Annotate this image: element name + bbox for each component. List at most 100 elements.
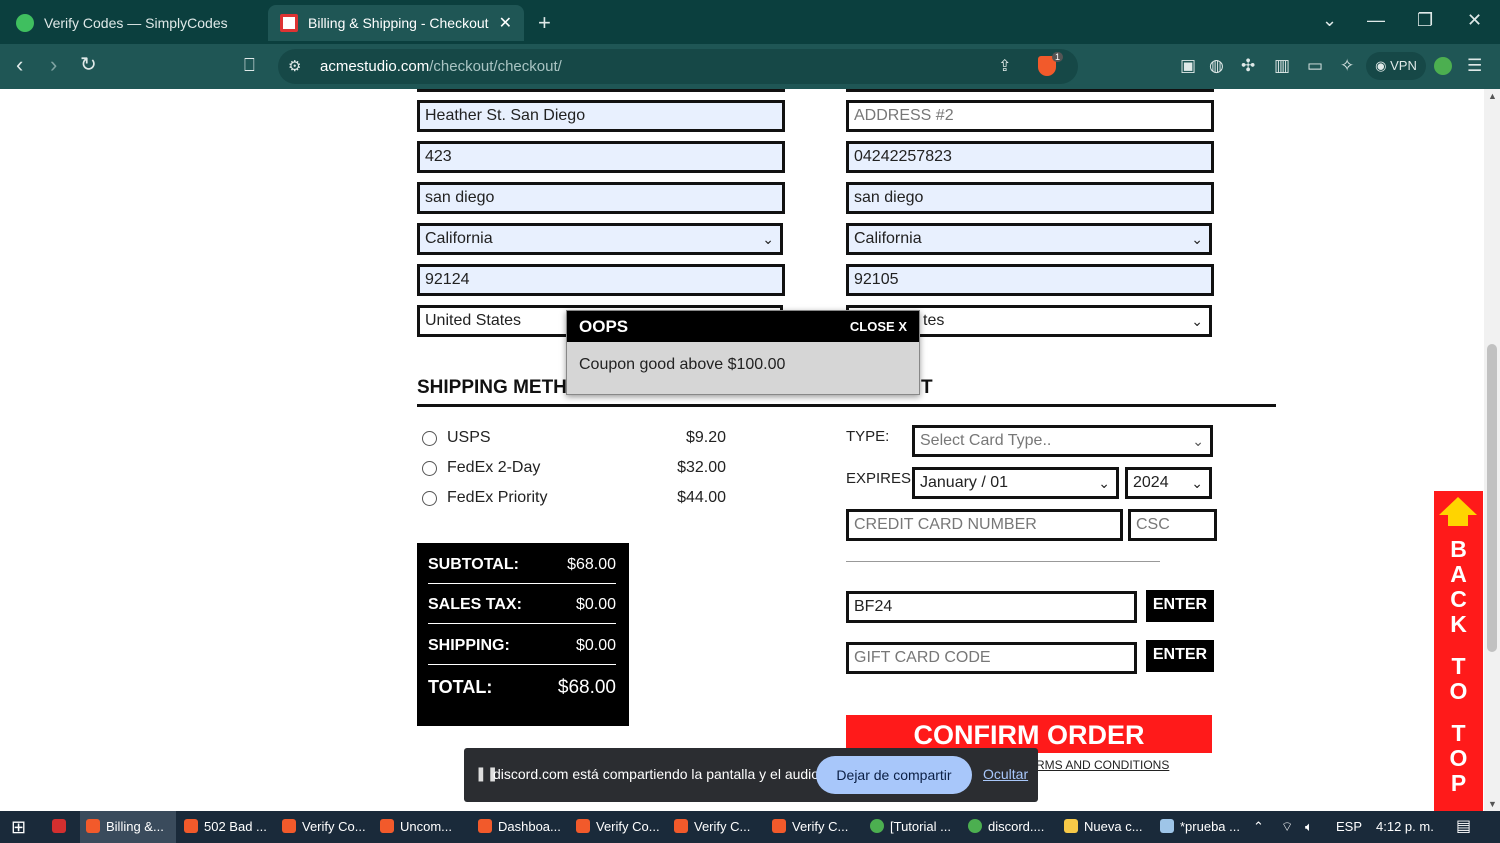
apply-gift-card-button[interactable]: ENTER [1146, 640, 1214, 672]
sales-tax-value: $0.00 [575, 596, 616, 613]
billing-address2-input[interactable]: 423 [417, 141, 785, 173]
clock[interactable]: 4:12 p. m. [1376, 811, 1434, 843]
address-bar[interactable]: ⚙ acmestudio.com/checkout/checkout/ ⇪ 1 [278, 49, 1078, 84]
scrollbar-thumb[interactable] [1487, 344, 1497, 652]
expiry-month-select[interactable]: January / 01 ⌄ [912, 467, 1119, 499]
taskbar-item[interactable]: discord.... [962, 811, 1056, 843]
close-tab-icon[interactable]: ✕ [499, 13, 512, 33]
taskbar-item[interactable]: Verify C... [668, 811, 764, 843]
back-to-top-button[interactable]: B A C K T O T O P [1434, 491, 1483, 811]
volume-icon[interactable]: 🔈︎ [1305, 811, 1313, 843]
popup-close-button[interactable]: CLOSE X [850, 319, 907, 334]
wallet-icon[interactable]: ▭ [1307, 56, 1323, 76]
terms-link[interactable]: RMS AND CONDITIONS [1036, 758, 1169, 772]
reload-icon[interactable]: ↻ [80, 52, 97, 77]
site-settings-icon[interactable]: ⚙ [288, 57, 301, 75]
taskbar-item[interactable]: Billing &... [80, 811, 176, 843]
bookmark-icon[interactable]: ⎕ [244, 55, 255, 76]
close-window-icon[interactable]: ✕ [1467, 10, 1482, 31]
simplycodes-icon [16, 14, 34, 32]
chevron-down-icon: ⌄ [1191, 313, 1203, 329]
leo-ai-icon[interactable]: ✧ [1340, 56, 1354, 76]
billing-zip-input[interactable]: 92124 [417, 264, 785, 296]
gift-card-code-input[interactable]: GIFT CARD CODE [846, 642, 1137, 674]
expiry-year-select[interactable]: 2024 ⌄ [1125, 467, 1212, 499]
coupon-code-input[interactable]: BF24 [846, 591, 1137, 623]
radio-icon[interactable] [422, 461, 437, 476]
expires-label: EXPIRES: [846, 470, 916, 487]
apply-coupon-button[interactable]: ENTER [1146, 590, 1214, 622]
extensions-icon[interactable]: ✣ [1241, 56, 1255, 76]
profile-icon[interactable] [1434, 57, 1452, 75]
notifications-icon[interactable]: ▤ [1456, 811, 1471, 843]
back-to-top-letter: C [1450, 586, 1467, 612]
forward-icon[interactable]: › [50, 52, 57, 78]
start-button[interactable]: ⊞ [0, 811, 40, 843]
sidebar-icon[interactable]: ▥ [1274, 56, 1290, 76]
total-label: TOTAL: [428, 677, 493, 697]
taskbar-item[interactable]: Verify Co... [570, 811, 666, 843]
billing-state-select[interactable]: California ⌄ [417, 223, 783, 255]
translate-icon[interactable]: ◍ [1209, 56, 1224, 76]
back-icon[interactable]: ‹ [16, 52, 23, 78]
shipping-phone-input[interactable]: 04242257823 [846, 141, 1214, 173]
csc-input[interactable]: CSC [1128, 509, 1217, 541]
shipping-address2-input[interactable]: ADDRESS #2 [846, 100, 1214, 132]
credit-card-number-input[interactable]: CREDIT CARD NUMBER [846, 509, 1123, 541]
brave-icon [282, 819, 296, 833]
taskbar-item[interactable]: *prueba ... [1154, 811, 1246, 843]
tab-verify-codes[interactable]: Verify Codes — SimplyCodes [6, 5, 261, 41]
tab-list-chevron-icon[interactable]: ⌄ [1322, 10, 1337, 31]
shipping-city-input[interactable]: san diego [846, 182, 1214, 214]
flash-app-icon [52, 819, 66, 833]
share-icon[interactable]: ⇪ [998, 56, 1011, 76]
menu-icon[interactable]: ☰ [1467, 56, 1482, 76]
subtotal-label: SUBTOTAL: [428, 556, 519, 573]
radio-icon[interactable] [422, 431, 437, 446]
taskbar-item-label: 502 Bad ... [204, 819, 267, 834]
taskbar-item[interactable]: Uncom... [374, 811, 470, 843]
tab-manager-icon[interactable]: ▣ [1180, 56, 1196, 76]
taskbar-item[interactable]: Verify C... [766, 811, 862, 843]
chevron-down-icon: ⌄ [1098, 475, 1110, 491]
new-tab-button[interactable]: + [538, 10, 551, 36]
sales-tax-row: SALES TAX: $0.00 [428, 596, 616, 614]
chrome-icon [870, 819, 884, 833]
billing-address1-input[interactable]: Heather St. San Diego [417, 100, 785, 132]
up-arrow-stem [1448, 514, 1468, 526]
shipping-option-fedex-priority[interactable]: FedEx Priority $44.00 [422, 487, 732, 511]
restore-icon[interactable]: ❐ [1417, 10, 1433, 31]
shipping-zip-input[interactable]: 92105 [846, 264, 1214, 296]
minimize-icon[interactable]: — [1367, 10, 1385, 31]
scroll-down-arrow-icon[interactable]: ▼ [1488, 799, 1497, 809]
shipping-option-fedex-2day[interactable]: FedEx 2-Day $32.00 [422, 457, 732, 481]
shipping-state-value: California [854, 230, 922, 247]
taskbar-item[interactable]: Dashboa... [472, 811, 568, 843]
tray-chevron-icon[interactable]: ⌃ [1253, 811, 1264, 843]
divider [428, 623, 616, 624]
taskbar-item[interactable]: [Tutorial ... [864, 811, 960, 843]
card-type-select[interactable]: Select Card Type.. ⌄ [912, 425, 1213, 457]
taskbar-item-label: Verify C... [792, 819, 849, 834]
radio-icon[interactable] [422, 491, 437, 506]
scroll-up-arrow-icon[interactable]: ▲ [1488, 91, 1497, 101]
vpn-button[interactable]: ◉ VPN [1366, 52, 1426, 80]
up-arrow-icon [1439, 497, 1477, 515]
hide-share-bar-link[interactable]: Ocultar [983, 766, 1028, 782]
taskbar-item[interactable]: Nueva c... [1058, 811, 1152, 843]
taskbar-item[interactable]: 502 Bad ... [178, 811, 274, 843]
taskbar-app-flash[interactable] [46, 811, 76, 843]
shipping-option-price: $44.00 [677, 489, 726, 506]
taskbar-item[interactable]: Verify Co... [276, 811, 372, 843]
page-scrollbar[interactable]: ▲ ▼ [1484, 89, 1500, 811]
url-text[interactable]: acmestudio.com/checkout/checkout/ [320, 58, 562, 75]
stop-sharing-button[interactable]: Dejar de compartir [816, 756, 972, 794]
shipping-option-name: USPS [447, 429, 491, 446]
billing-city-input[interactable]: san diego [417, 182, 785, 214]
language-indicator[interactable]: ESP [1336, 811, 1362, 843]
network-icon[interactable]: ⌔ [1281, 811, 1293, 843]
shipping-option-usps[interactable]: USPS $9.20 [422, 427, 732, 451]
shipping-state-select[interactable]: California ⌄ [846, 223, 1212, 255]
browser-toolbar: ‹ › ↻ ⎕ ⚙ acmestudio.com/checkout/checko… [0, 44, 1500, 89]
tab-billing-shipping[interactable]: Billing & Shipping - Checkout S ✕ [268, 5, 524, 41]
